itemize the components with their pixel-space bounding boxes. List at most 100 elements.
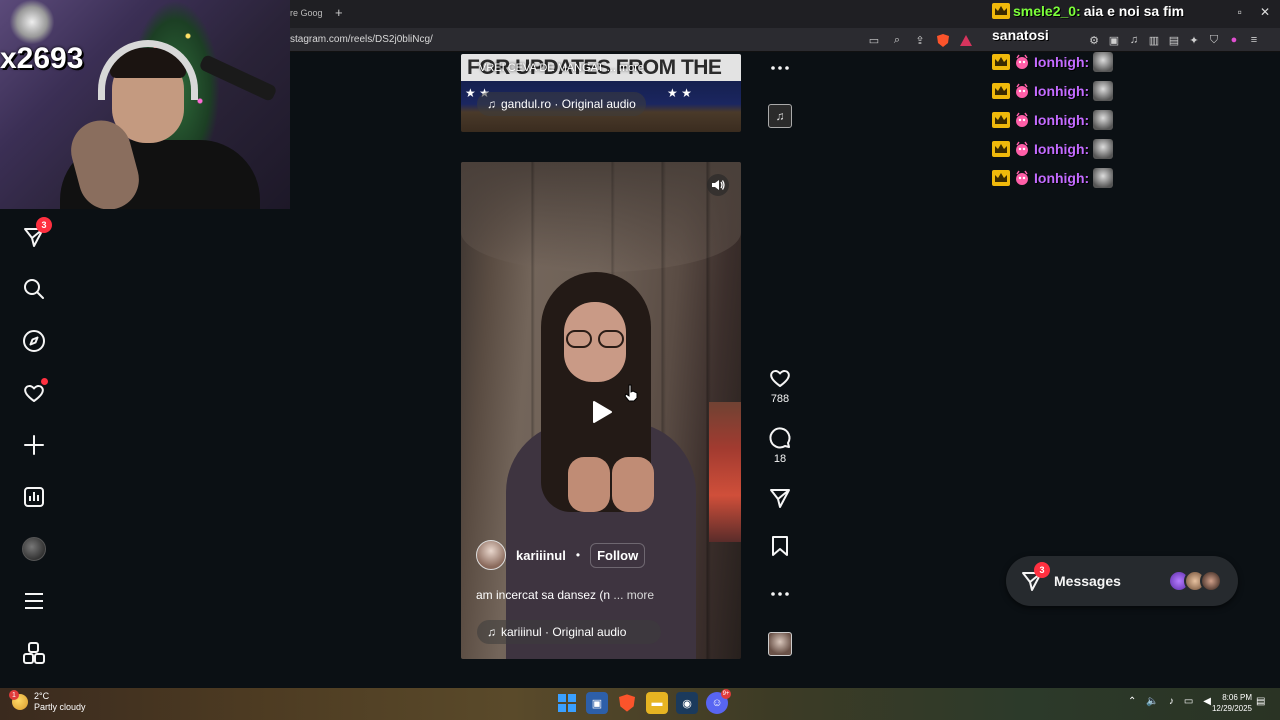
nav-profile-avatar[interactable] xyxy=(22,537,46,561)
browser-tab[interactable]: re Goog xyxy=(290,8,323,18)
chat-line: Ionhigh: xyxy=(992,52,1114,72)
nav-more[interactable] xyxy=(22,589,46,613)
share-icon[interactable]: ⇪ xyxy=(912,32,928,48)
current-reel[interactable]: kariiinul • Follow am incercat sa dansez… xyxy=(461,162,741,659)
crown-icon xyxy=(992,112,1010,128)
previous-audio-thumb[interactable]: ♫ xyxy=(765,104,795,128)
file-explorer-icon[interactable]: ▬ xyxy=(646,692,668,714)
audio-thumb-button[interactable] xyxy=(765,632,795,656)
brave-rewards-icon[interactable] xyxy=(958,32,974,48)
caption-more-link[interactable]: ... more xyxy=(613,588,654,602)
screen: re Goog + ▫ ✕ stagram.com/reels/DS2j0bli… xyxy=(0,0,1280,720)
chat-username: Ionhigh: xyxy=(1034,54,1090,70)
volume-icon[interactable]: 🔈 xyxy=(1146,696,1158,707)
stars-right: ★ ★ xyxy=(667,86,692,100)
audio-thumbnail xyxy=(768,632,792,656)
speaker-icon[interactable]: ♪ xyxy=(1169,696,1174,707)
store-app-icon[interactable]: ▣ xyxy=(586,692,608,714)
mute-button[interactable] xyxy=(707,174,729,196)
weather-widget[interactable]: 1 2°C Partly cloudy xyxy=(9,690,86,713)
crown-icon xyxy=(992,141,1010,157)
nav-dashboard[interactable] xyxy=(22,485,46,509)
more-options-button[interactable] xyxy=(765,582,795,606)
author-separator: • xyxy=(575,548,581,562)
wallet-icon[interactable]: ▤ xyxy=(1166,32,1182,48)
notification-center-icon[interactable]: ▤ xyxy=(1256,696,1270,710)
nav-explore[interactable] xyxy=(22,329,46,353)
pink-creature-icon xyxy=(1016,54,1028,69)
play-icon[interactable] xyxy=(591,400,613,424)
webcam-overlay: x2693 xyxy=(0,0,290,209)
save-button[interactable] xyxy=(765,534,795,558)
restore-window-button[interactable]: ▫ xyxy=(1238,5,1242,19)
author-name[interactable]: kariiinul xyxy=(516,548,566,563)
music-icon[interactable]: ♫ xyxy=(1126,32,1142,48)
clock-date: 12/29/2025 xyxy=(1211,704,1252,713)
toolbar-icons: ⚙ ▣ ♫ ▥ ▤ ✦ ⛉ ● ≡ xyxy=(1086,32,1262,48)
zoom-icon[interactable]: ⌕ xyxy=(889,32,905,48)
hamburger-icon xyxy=(25,593,43,609)
menu-icon[interactable]: ≡ xyxy=(1246,32,1262,48)
sidebar-icon[interactable]: ▥ xyxy=(1146,32,1162,48)
chevron-up-icon[interactable]: ⌃ xyxy=(1128,696,1136,707)
brave-shield-icon[interactable] xyxy=(935,32,951,48)
close-window-button[interactable]: ✕ xyxy=(1260,5,1270,19)
audio-pill[interactable]: ♫ kariiinul · Original audio xyxy=(477,620,661,644)
system-clock[interactable]: 8:06 PM 12/29/2025 xyxy=(1206,692,1252,714)
like-count: 788 xyxy=(770,393,790,405)
speaker-icon xyxy=(712,180,725,190)
chat-line: Ionhigh: xyxy=(992,168,1114,188)
messages-label: Messages xyxy=(1054,573,1121,589)
webcam-counter: x2693 xyxy=(0,42,84,75)
discord-badge: 9+ xyxy=(721,689,731,699)
nav-direct[interactable]: 3 xyxy=(22,217,52,249)
direct-badge: 3 xyxy=(36,217,52,233)
previous-reel[interactable]: FOR UPDATES FROM THE VREI CEVA DE MANGAT… xyxy=(461,54,741,132)
brave-app-icon[interactable] xyxy=(616,692,638,714)
url-field[interactable]: stagram.com/reels/DS2j0bliNcg/ xyxy=(290,34,433,45)
reel-shelf xyxy=(709,402,741,542)
previous-more-button[interactable] xyxy=(765,56,795,80)
pink-creature-icon xyxy=(1016,141,1028,156)
weather-temp: 2°C xyxy=(34,691,50,701)
weather-text: 2°C Partly cloudy xyxy=(34,691,86,713)
author-avatar[interactable] xyxy=(476,540,506,570)
audio-pill[interactable]: ♫ gandul.ro · Original audio xyxy=(477,92,646,116)
chat-line: Ionhigh: xyxy=(992,139,1114,159)
nav-notifications[interactable] xyxy=(22,378,48,405)
crown-icon xyxy=(992,170,1010,186)
chat-line: Ionhigh: xyxy=(992,110,1114,130)
share-button[interactable] xyxy=(765,486,795,510)
windows-icon xyxy=(558,694,576,712)
chat-emote xyxy=(1093,81,1114,101)
nav-create[interactable] xyxy=(22,433,46,457)
vpn-status-icon[interactable]: ● xyxy=(1226,32,1242,48)
leo-icon[interactable]: ✦ xyxy=(1186,32,1202,48)
bookmark-icon xyxy=(772,536,788,556)
new-tab-button[interactable]: + xyxy=(335,5,343,20)
comment-icon xyxy=(769,427,791,449)
hand-cursor-icon xyxy=(624,384,638,402)
discord-app-icon[interactable]: ☺ 9+ xyxy=(706,689,731,714)
network-icon[interactable]: ▭ xyxy=(1184,696,1193,707)
steam-app-icon[interactable]: ◉ xyxy=(676,692,698,714)
nav-also-from-meta[interactable] xyxy=(22,641,46,665)
comment-button[interactable]: 18 xyxy=(765,426,795,465)
screenshot-icon[interactable]: ▣ xyxy=(1106,32,1122,48)
vpn-icon[interactable]: ⛉ xyxy=(1206,32,1222,48)
window-controls: ▫ ✕ xyxy=(1238,5,1270,19)
nav-search[interactable] xyxy=(22,277,46,301)
messages-button[interactable]: 3 Messages xyxy=(1006,556,1238,606)
reel-person-hands xyxy=(556,457,666,512)
start-button[interactable] xyxy=(556,692,578,714)
author-row: kariiinul • Follow xyxy=(476,540,646,570)
extensions-icon[interactable]: ⚙ xyxy=(1086,32,1102,48)
chat-emote xyxy=(1093,52,1114,72)
reel-caption[interactable]: am incercat sa dansez (n ... more xyxy=(476,588,654,602)
apps-icon xyxy=(23,642,45,664)
follow-button[interactable]: Follow xyxy=(590,542,646,568)
messages-avatars xyxy=(1168,570,1222,592)
like-button[interactable]: 788 xyxy=(765,366,795,405)
reader-mode-icon[interactable]: ▭ xyxy=(866,32,882,48)
system-tray: ⌃ 🔈 ♪ ▭ ◀ xyxy=(1128,696,1211,707)
